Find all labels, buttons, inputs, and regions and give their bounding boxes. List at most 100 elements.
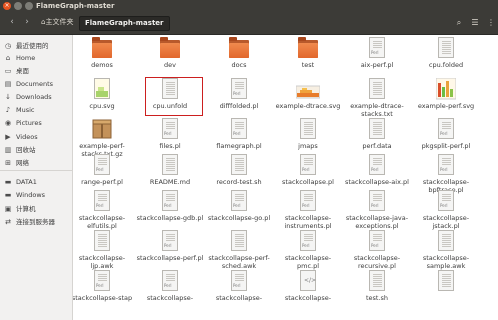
home-icon: ⌂ xyxy=(5,54,11,62)
file-name: stackcollapse- xyxy=(146,294,194,302)
perl-script-icon: Perl xyxy=(436,190,456,212)
file-name: dev xyxy=(164,61,176,69)
file-name: stackcollapse-sample.awk xyxy=(422,254,470,270)
selection-highlight xyxy=(145,77,203,116)
forward-arrow-icon[interactable]: › xyxy=(20,16,34,29)
download-icon: ↓ xyxy=(5,93,11,101)
music-icon: ♪ xyxy=(5,106,11,114)
perl-script-icon: Perl xyxy=(436,118,456,140)
file-name: example-perf.svg xyxy=(417,102,475,110)
folder-icon xyxy=(92,37,112,59)
file-name: range-perf.pl xyxy=(81,178,123,186)
file-name: test.sh xyxy=(365,294,389,302)
sidebar-item-label: Windows xyxy=(16,191,46,199)
file-name: stackcollapse-ljp.awk xyxy=(78,254,126,270)
sidebar-item[interactable]: ▤ Documents xyxy=(0,78,72,90)
server-icon: ⇄ xyxy=(5,218,11,226)
file-name: aix-perf.pl xyxy=(360,61,394,69)
sidebar-item-label: Videos xyxy=(16,133,38,141)
sidebar-item[interactable]: ▬ DATA1 xyxy=(0,176,72,188)
archive-icon xyxy=(92,118,112,140)
back-arrow-icon[interactable]: ‹ xyxy=(5,16,19,29)
perl-script-icon: Perl xyxy=(298,230,318,252)
file-name: stackcollapse-go.pl xyxy=(207,214,271,222)
desktop-icon: ▭ xyxy=(4,67,12,75)
perl-script-icon: Perl xyxy=(160,118,180,140)
close-window-button[interactable]: × xyxy=(3,2,11,10)
sidebar-item[interactable]: ▣ 计算机 xyxy=(0,203,72,215)
perl-script-icon: Perl xyxy=(436,154,456,176)
text-file-icon xyxy=(436,230,456,252)
file-name: flamegraph.pl xyxy=(216,142,262,150)
perl-script-icon: Perl xyxy=(367,154,387,176)
sidebar-item-label: Home xyxy=(16,54,36,62)
file-name: record-test.sh xyxy=(216,178,262,186)
file-name: stackcollapse- xyxy=(215,294,263,302)
sidebar-item-label: 连接到服务器 xyxy=(16,218,55,226)
file-name: cpu.svg xyxy=(89,102,115,110)
file-name: stackcollapse-jstack.pl xyxy=(422,214,470,230)
drive-icon: ▬ xyxy=(4,178,12,186)
text-file-icon xyxy=(160,154,180,176)
sidebar-item-label: Documents xyxy=(16,80,54,88)
sidebar-item[interactable]: ◷ 最近使用的 xyxy=(0,40,72,52)
title-bar: × FlameGraph-master xyxy=(0,0,498,12)
sidebar-item[interactable]: ▭ 桌面 xyxy=(0,65,72,77)
breadcrumb-current[interactable]: FlameGraph-master xyxy=(79,16,170,31)
computer-icon: ▣ xyxy=(4,205,12,213)
svg-image-icon xyxy=(92,78,112,100)
svg-image-icon xyxy=(436,78,456,100)
file-name: pkgsplit-perf.pl xyxy=(421,142,471,150)
view-list-icon[interactable]: ☰ xyxy=(468,16,482,29)
file-name: example-dtrace-stacks.txt xyxy=(350,102,404,118)
menu-icon[interactable]: ⋮ xyxy=(484,16,498,29)
maximize-window-button[interactable] xyxy=(25,2,33,10)
code-file-icon: </> xyxy=(298,270,318,292)
perl-script-icon: Perl xyxy=(92,154,112,176)
sidebar-item-label: 回收站 xyxy=(16,146,36,154)
sidebar-item[interactable]: ⊞ 网络 xyxy=(0,157,72,169)
file-name: stackcollapse-instruments.pl xyxy=(284,214,332,230)
perl-script-icon: Perl xyxy=(367,37,387,59)
file-name: files.pl xyxy=(159,142,181,150)
perl-script-icon: Perl xyxy=(229,78,249,100)
file-name: demos xyxy=(91,61,113,69)
perl-script-icon: Perl xyxy=(229,118,249,140)
file-name: stackcollapse-recursive.pl xyxy=(353,254,401,270)
file-name: stackcollapse-java-exceptions.pl xyxy=(345,214,409,230)
search-icon[interactable]: ⌕ xyxy=(452,16,466,29)
sidebar-item[interactable]: ⇄ 连接到服务器 xyxy=(0,216,72,228)
sidebar-item-label: 桌面 xyxy=(16,67,29,75)
file-grid: demos dev docs test Perl aix-perf.pl cpu.folde… xyxy=(73,35,498,320)
sidebar-item[interactable]: ◉ Pictures xyxy=(0,117,72,129)
text-file-icon xyxy=(92,230,112,252)
file-name: stackcollapse-gdb.pl xyxy=(136,214,204,222)
text-file-icon xyxy=(298,118,318,140)
sidebar-item-label: Music xyxy=(16,106,35,114)
sidebar-item[interactable]: ▬ Windows xyxy=(0,189,72,201)
breadcrumb-home[interactable]: ⌂主文件夹 xyxy=(36,16,78,29)
sidebar-item-label: 网络 xyxy=(16,159,29,167)
file-name: docs xyxy=(231,61,247,69)
file-name: stackcollapse-pmc.pl xyxy=(284,254,332,270)
network-icon: ⊞ xyxy=(5,159,11,167)
sidebar-item-label: DATA1 xyxy=(16,178,37,186)
window-title: FlameGraph-master xyxy=(36,2,115,10)
perl-script-icon: Perl xyxy=(92,270,112,292)
sidebar-item[interactable]: ▥ 回收站 xyxy=(0,144,72,156)
trash-icon: ▥ xyxy=(4,146,12,154)
file-name: stackcollapse-aix.pl xyxy=(345,178,409,186)
minimize-window-button[interactable] xyxy=(14,2,22,10)
sidebar: ◷ 最近使用的 ⌂ Home ▭ 桌面 ▤ Documents ↓ Downloads ♪ Music… xyxy=(0,35,73,320)
text-file-icon xyxy=(229,230,249,252)
sidebar-item[interactable]: ♪ Music xyxy=(0,104,72,116)
perl-script-icon: Perl xyxy=(367,190,387,212)
sidebar-item-label: Downloads xyxy=(16,93,52,101)
file-name: cpu.folded xyxy=(428,61,464,69)
text-file-icon xyxy=(367,118,387,140)
sidebar-item[interactable]: ▶ Videos xyxy=(0,131,72,143)
sidebar-item[interactable]: ⌂ Home xyxy=(0,52,72,64)
text-file-icon xyxy=(367,270,387,292)
perl-script-icon: Perl xyxy=(229,190,249,212)
sidebar-item[interactable]: ↓ Downloads xyxy=(0,91,72,103)
